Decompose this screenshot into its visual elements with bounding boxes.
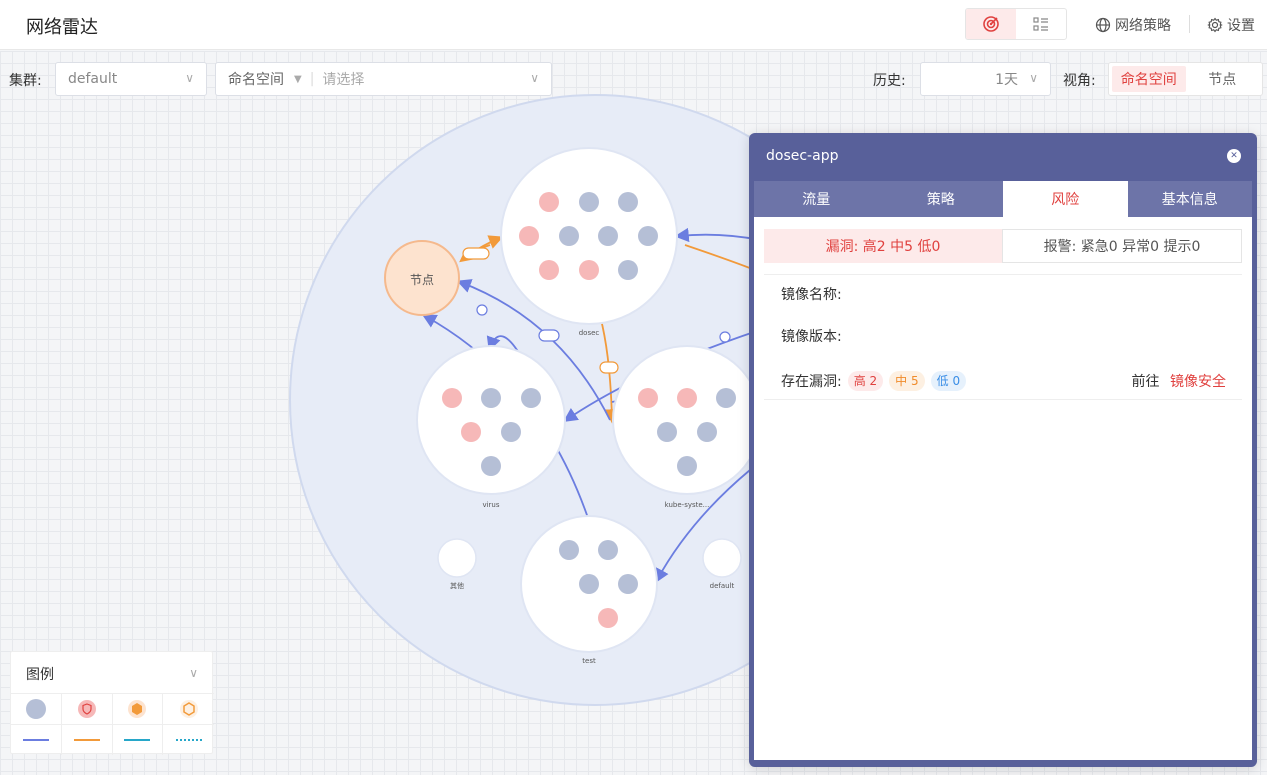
legend: 图例 ∨ xyxy=(10,651,214,755)
tab-basic-info[interactable]: 基本信息 xyxy=(1128,181,1253,217)
chevron-down-icon: ∨ xyxy=(185,71,194,85)
filter-bar: 集群: default ∨ 命名空间 ▼ | 请选择 ∨ 历史: 1天 ∨ 视角… xyxy=(0,62,1267,96)
legend-cell xyxy=(112,693,164,724)
view-option-namespace[interactable]: 命名空间 xyxy=(1112,66,1186,92)
tab-policy[interactable]: 策略 xyxy=(879,181,1004,217)
legend-title: 图例 xyxy=(26,667,54,683)
cluster-value: default xyxy=(68,71,118,87)
list-icon xyxy=(1033,17,1048,31)
warn-line-icon xyxy=(73,739,100,741)
caret-down-icon: ▼ xyxy=(294,73,302,85)
history-select[interactable]: 1天 ∨ xyxy=(920,62,1051,96)
high-vuln-badge: 高 2 xyxy=(847,371,884,391)
image-security-link[interactable]: 镜像安全 xyxy=(1170,374,1226,390)
risk-pod-icon xyxy=(77,700,96,718)
warning-node-icon xyxy=(128,700,147,718)
panel-body: 漏洞: 高2 中5 低0 报警: 紧急0 异常0 提示0 镜像名称: 镜像版本:… xyxy=(754,217,1252,760)
legend-cell xyxy=(163,693,214,724)
cluster-select[interactable]: default ∨ xyxy=(55,62,207,96)
legend-cell xyxy=(112,724,164,755)
radar-view-button[interactable] xyxy=(966,9,1016,39)
group-label: test xyxy=(582,657,596,665)
namespace-select[interactable]: 命名空间 ▼ | 请选择 ∨ xyxy=(215,62,552,96)
legend-cell xyxy=(11,724,62,755)
vuln-label: 存在漏洞: xyxy=(781,374,842,390)
host-node-label: 节点 xyxy=(410,273,434,287)
group-label: default xyxy=(710,582,735,590)
divider xyxy=(1189,15,1190,33)
chevron-down-icon[interactable]: ∨ xyxy=(189,666,198,680)
tab-traffic[interactable]: 流量 xyxy=(754,181,879,217)
view-label: 视角: xyxy=(1063,73,1096,89)
tab-risk[interactable]: 风险 xyxy=(1003,181,1128,217)
dotted-line-icon xyxy=(175,739,202,741)
legend-cell xyxy=(163,724,214,755)
cluster-label: 集群: xyxy=(9,73,42,89)
divider: | xyxy=(309,71,315,87)
low-vuln-badge: 低 0 xyxy=(930,371,967,391)
goto-label: 前往 xyxy=(1131,374,1160,390)
vuln-summary[interactable]: 漏洞: 高2 中5 低0 xyxy=(764,229,1002,263)
panel-title: dosec-app xyxy=(766,148,839,164)
node-host[interactable]: 节点 xyxy=(384,240,460,316)
goto-row: 前往 镜像安全 xyxy=(1132,371,1226,391)
network-policy-link[interactable]: 网络策略 xyxy=(1095,15,1171,35)
close-icon[interactable]: ✕ xyxy=(1227,149,1241,163)
image-version-label: 镜像版本: xyxy=(781,329,842,345)
legend-cell xyxy=(61,693,113,724)
view-option-node[interactable]: 节点 xyxy=(1186,66,1260,92)
history-label: 历史: xyxy=(873,73,906,89)
allow-line-icon xyxy=(22,739,49,741)
group-label: dosec xyxy=(579,329,600,337)
radar-icon xyxy=(983,16,999,32)
group-label: 其他 xyxy=(450,581,464,590)
alarm-summary[interactable]: 报警: 紧急0 异常0 提示0 xyxy=(1002,229,1242,263)
history-value: 1天 xyxy=(995,72,1018,88)
settings-label: 设置 xyxy=(1227,18,1255,34)
policy-line-icon xyxy=(124,739,151,741)
external-node-icon xyxy=(179,700,198,718)
divider xyxy=(764,274,1242,275)
vuln-row: 存在漏洞: 高 2 中 5 低 0 xyxy=(781,371,967,391)
settings-link[interactable]: 设置 xyxy=(1207,15,1255,35)
panel-tabs: 流量 策略 风险 基本信息 xyxy=(754,181,1252,217)
namespace-label: 命名空间 xyxy=(228,72,284,88)
view-switch xyxy=(965,8,1067,40)
gear-icon xyxy=(1207,17,1223,33)
app-title: 网络雷达 xyxy=(26,17,98,38)
group-label: kube-syste... xyxy=(665,501,710,509)
chevron-down-icon: ∨ xyxy=(530,71,539,85)
medium-vuln-badge: 中 5 xyxy=(889,371,925,391)
top-bar: 网络雷达 网络策略 设置 xyxy=(0,0,1267,50)
view-toggle: 命名空间 节点 xyxy=(1108,62,1263,96)
chevron-down-icon: ∨ xyxy=(1029,71,1038,85)
list-view-button[interactable] xyxy=(1016,9,1066,39)
legend-cell xyxy=(61,724,113,755)
globe-icon xyxy=(1095,17,1111,33)
detail-panel: dosec-app ✕ 流量 策略 风险 基本信息 漏洞: 高2 中5 低0 报… xyxy=(749,133,1257,767)
pod-icon xyxy=(25,699,46,719)
legend-cell xyxy=(11,693,62,724)
image-name-label: 镜像名称: xyxy=(781,287,842,303)
group-label: virus xyxy=(482,501,499,509)
divider xyxy=(764,399,1242,400)
network-policy-label: 网络策略 xyxy=(1115,18,1171,34)
legend-grid xyxy=(11,693,214,755)
namespace-placeholder: 请选择 xyxy=(322,72,365,88)
risk-summary: 漏洞: 高2 中5 低0 报警: 紧急0 异常0 提示0 xyxy=(764,229,1242,263)
